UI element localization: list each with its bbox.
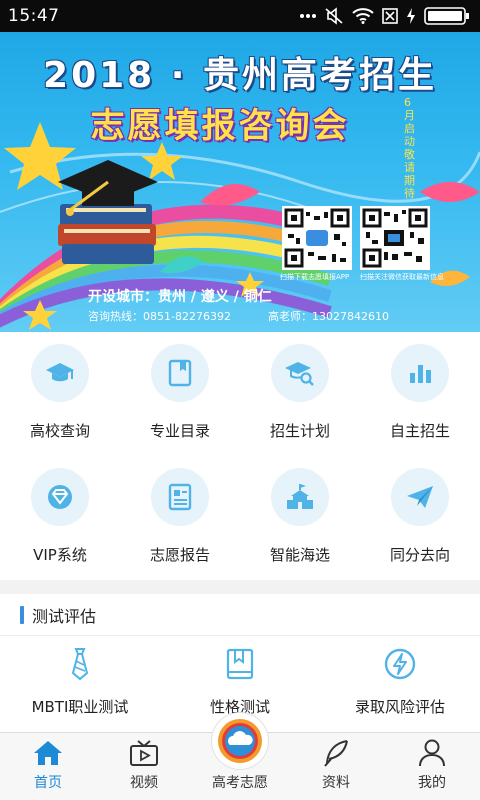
grid-label: 智能海选: [269, 546, 330, 564]
nav-label: 资料: [322, 775, 350, 791]
banner-subtitle: 志愿填报咨询会: [90, 106, 350, 146]
banner-hotline: 咨询热线：0851-82276392: [88, 310, 231, 323]
qr-code-wechat: [360, 206, 430, 270]
qr-wechat-caption: 扫描关注微信获取最新信息: [360, 273, 444, 281]
tie-icon: [60, 644, 100, 684]
nav-label: 视频: [130, 775, 158, 791]
test-label: MBTI职业测试: [31, 698, 129, 716]
tv-icon: [128, 738, 160, 768]
grid-label: 同分去向: [389, 546, 450, 564]
paper-plane-icon: [391, 468, 449, 526]
diamond-icon: [31, 468, 89, 526]
qr-code-app: [282, 206, 352, 270]
nav-gaokao-application[interactable]: 高考志愿: [192, 713, 288, 800]
nav-label: 首页: [34, 775, 62, 791]
feather-icon: [320, 738, 352, 768]
banner-date-note: 6月启动 敬请期待: [404, 96, 415, 200]
banner-teacher: 高老师：13027842610: [268, 310, 389, 323]
status-time: 15:47: [8, 6, 60, 26]
grid-item-smart-selection[interactable]: 智能海选: [240, 456, 360, 580]
school-building-icon: [271, 468, 329, 526]
grid-label: 高校查询: [29, 422, 90, 440]
promo-banner[interactable]: 2018 · 贵州高考招生 志愿填报咨询会 6月启动 敬请期待 扫描下载志愿填报…: [0, 32, 480, 332]
wifi-icon: [352, 8, 374, 24]
battery-icon: [424, 7, 469, 25]
grid-label: 自主招生: [389, 422, 450, 440]
grid-item-same-score-destination[interactable]: 同分去向: [360, 456, 480, 580]
nav-materials[interactable]: 资料: [288, 733, 384, 800]
user-icon: [416, 738, 448, 768]
nav-video[interactable]: 视频: [96, 733, 192, 800]
grid-label: VIP系统: [33, 546, 87, 564]
banner-title: 2018 · 贵州高考招生: [43, 55, 437, 96]
section-title: 测试评估: [32, 606, 97, 626]
graduation-cap-icon: [31, 344, 89, 402]
banner-cities: 开设城市：贵州 / 遵义 / 铜仁: [88, 289, 272, 305]
grid-item-university-search[interactable]: 高校查询: [0, 332, 120, 456]
bar-chart-icon: [391, 344, 449, 402]
grid-label: 招生计划: [269, 422, 330, 440]
section-accent-bar: [20, 605, 24, 624]
bottom-navigation: 首页 视频 高考志愿 资料 我的: [0, 713, 480, 800]
report-icon: [151, 468, 209, 526]
cloud-logo-icon: [212, 713, 268, 769]
grid-item-vip-system[interactable]: VIP系统: [0, 456, 120, 580]
charging-icon: [407, 8, 415, 24]
notebook-icon: [220, 644, 260, 684]
qr-app-caption: 扫描下载志愿填报APP: [280, 273, 350, 281]
grid-label: 专业目录: [149, 422, 210, 440]
more-dots-icon: [300, 14, 316, 18]
feature-grid: 高校查询 专业目录 招生计划 自主招生 VIP系统 志愿报告 智能海选 同分去向: [0, 332, 480, 580]
no-sim-icon: [382, 8, 398, 24]
grid-item-major-catalog[interactable]: 专业目录: [120, 332, 240, 456]
status-icons: [300, 7, 470, 25]
nav-mine[interactable]: 我的: [384, 733, 480, 800]
nav-label: 我的: [418, 775, 446, 791]
book-icon: [151, 344, 209, 402]
grid-item-application-report[interactable]: 志愿报告: [120, 456, 240, 580]
lightning-icon: [380, 644, 420, 684]
grid-item-independent-admission[interactable]: 自主招生: [360, 332, 480, 456]
test-item-admission-risk[interactable]: 录取风险评估: [320, 636, 480, 732]
status-bar: 15:47: [0, 0, 480, 32]
home-icon: [32, 738, 64, 768]
nav-label: 高考志愿: [212, 775, 268, 791]
app-screen: 15:47 2018 · 贵州高考招生 志愿填报咨询会 6月启动 敬请期待 扫描…: [0, 0, 480, 800]
nav-home[interactable]: 首页: [0, 733, 96, 800]
test-label: 录取风险评估: [354, 698, 445, 716]
test-item-mbti[interactable]: MBTI职业测试: [0, 636, 160, 732]
grid-item-enrollment-plan[interactable]: 招生计划: [240, 332, 360, 456]
mute-icon: [325, 7, 343, 25]
section-header-assessment: 测试评估: [0, 594, 480, 636]
cap-search-icon: [271, 344, 329, 402]
grid-label: 志愿报告: [149, 546, 210, 564]
section-separator: [0, 580, 480, 594]
